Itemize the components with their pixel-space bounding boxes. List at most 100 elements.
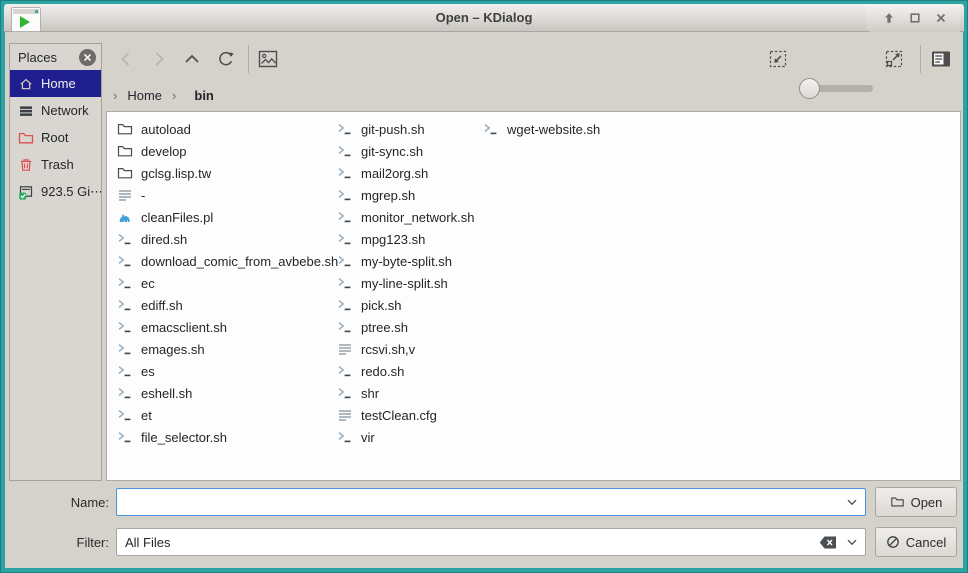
file-item[interactable]: develop: [117, 140, 332, 162]
zoom-in-button[interactable]: [881, 46, 907, 72]
zoom-slider-knob[interactable]: [799, 78, 820, 99]
file-item[interactable]: autoload: [117, 118, 332, 140]
file-item[interactable]: monitor_network.sh: [337, 206, 477, 228]
file-item[interactable]: -: [117, 184, 332, 206]
script-icon: [337, 143, 353, 159]
file-item[interactable]: eshell.sh: [117, 382, 332, 404]
breadcrumb-home[interactable]: Home: [127, 88, 162, 103]
file-item[interactable]: git-push.sh: [337, 118, 477, 140]
script-icon: [117, 385, 133, 401]
file-item[interactable]: my-line-split.sh: [337, 272, 477, 294]
file-item[interactable]: cleanFiles.pl: [117, 206, 332, 228]
file-name: git-push.sh: [361, 121, 425, 137]
file-name: dired.sh: [141, 231, 188, 247]
zoom-out-button[interactable]: [765, 46, 791, 72]
back-button[interactable]: [113, 46, 139, 72]
square-icon: [910, 13, 920, 23]
sidebar-item-label: Root: [41, 130, 69, 145]
file-item[interactable]: shr: [337, 382, 477, 404]
script-icon: [337, 429, 353, 445]
script-icon: [337, 385, 353, 401]
file-item[interactable]: ptree.sh: [337, 316, 477, 338]
open-button-label: Open: [910, 494, 943, 510]
file-column: wget-website.sh: [483, 118, 683, 140]
script-icon: [337, 187, 353, 203]
file-item[interactable]: gclsg.lisp.tw: [117, 162, 332, 184]
filter-combobox[interactable]: All Files: [116, 528, 866, 556]
up-button[interactable]: [179, 46, 205, 72]
chevron-down-icon[interactable]: [847, 499, 857, 506]
file-item[interactable]: pick.sh: [337, 294, 477, 316]
open-button[interactable]: Open: [875, 487, 957, 517]
file-name: mpg123.sh: [361, 231, 426, 247]
kdialog-window: Open – KDialog Places Home Network Root Tra…: [0, 0, 968, 573]
sidebar-item-drive[interactable]: 923.5 Gi⋯: [10, 178, 101, 205]
file-item[interactable]: mpg123.sh: [337, 228, 477, 250]
file-item[interactable]: ec: [117, 272, 332, 294]
file-item[interactable]: my-byte-split.sh: [337, 250, 477, 272]
script-icon: [117, 429, 133, 445]
file-list-panel[interactable]: autoload develop gclsg.lisp.tw - cleanFiles.…: [106, 111, 961, 481]
window-controls: [866, 4, 960, 32]
script-icon: [337, 209, 353, 225]
breadcrumb-root-chevron[interactable]: ›: [113, 88, 117, 103]
forward-button[interactable]: [146, 46, 172, 72]
sidebar-item-trash[interactable]: Trash: [10, 151, 101, 178]
file-item[interactable]: git-sync.sh: [337, 140, 477, 162]
toolbar-separator-2: [920, 45, 921, 73]
file-item[interactable]: download_comic_from_avbebe.sh: [117, 250, 338, 272]
clear-backspace-icon[interactable]: [819, 536, 837, 549]
file-item[interactable]: mail2org.sh: [337, 162, 477, 184]
file-item[interactable]: wget-website.sh: [483, 118, 683, 140]
file-name: ptree.sh: [361, 319, 408, 335]
file-item[interactable]: ediff.sh: [117, 294, 332, 316]
file-item[interactable]: mgrep.sh: [337, 184, 477, 206]
places-header: Places: [10, 44, 101, 70]
file-item[interactable]: rcsvi.sh,v: [337, 338, 477, 360]
file-item[interactable]: dired.sh: [117, 228, 332, 250]
sidebar-item-home[interactable]: Home: [10, 70, 101, 97]
preview-button[interactable]: [255, 46, 281, 72]
chevron-down-icon[interactable]: [847, 539, 857, 546]
sidebar-item-root[interactable]: Root: [10, 124, 101, 151]
name-combobox[interactable]: [116, 488, 866, 516]
detail-view-button[interactable]: [928, 46, 954, 72]
breadcrumb-separator-chevron[interactable]: ›: [172, 88, 176, 103]
script-icon: [117, 275, 133, 291]
reload-button[interactable]: [213, 46, 239, 72]
titlebar[interactable]: Open – KDialog: [4, 4, 964, 32]
cancel-button[interactable]: Cancel: [875, 527, 957, 557]
script-icon: [337, 165, 353, 181]
file-item[interactable]: et: [117, 404, 332, 426]
close-button[interactable]: [932, 9, 950, 27]
script-icon: [337, 253, 353, 269]
zoom-slider-track[interactable]: [811, 85, 873, 92]
breadcrumb: › Home › bin: [113, 85, 214, 105]
file-name: mail2org.sh: [361, 165, 429, 181]
file-name: testClean.cfg: [361, 407, 437, 423]
file-item[interactable]: es: [117, 360, 332, 382]
preview-icon: [258, 50, 278, 68]
file-item[interactable]: testClean.cfg: [337, 404, 477, 426]
file-item[interactable]: emages.sh: [117, 338, 332, 360]
file-name: vir: [361, 429, 375, 445]
breadcrumb-current[interactable]: bin: [194, 88, 214, 103]
file-item[interactable]: file_selector.sh: [117, 426, 332, 448]
file-name: cleanFiles.pl: [141, 209, 214, 225]
script-icon: [337, 363, 353, 379]
maximize-button[interactable]: [906, 9, 924, 27]
minimize-button[interactable]: [880, 9, 898, 27]
window-title: Open – KDialog: [435, 10, 533, 25]
folder-icon: [890, 497, 904, 507]
sidebar-item-network[interactable]: Network: [10, 97, 101, 124]
folder-icon: [117, 143, 133, 159]
close-circle-icon[interactable]: [79, 48, 96, 66]
script-icon: [337, 121, 353, 137]
file-name: eshell.sh: [141, 385, 193, 401]
script-icon: [117, 407, 133, 423]
file-item[interactable]: redo.sh: [337, 360, 477, 382]
folder-red-icon: [18, 130, 34, 146]
name-label: Name:: [70, 495, 109, 510]
file-item[interactable]: vir: [337, 426, 477, 448]
file-item[interactable]: emacsclient.sh: [117, 316, 332, 338]
